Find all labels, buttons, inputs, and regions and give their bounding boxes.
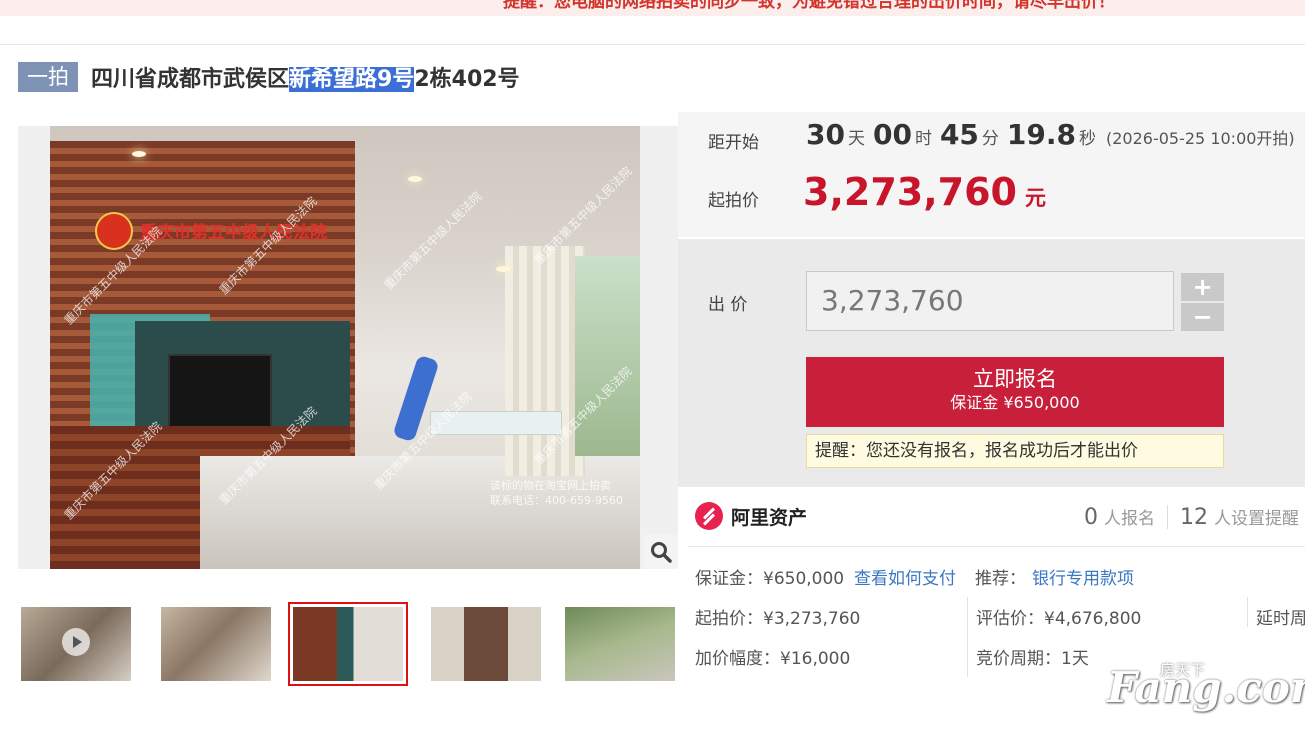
thumbnail-strip — [18, 602, 678, 686]
play-icon — [62, 628, 90, 656]
signup-button[interactable]: 立即报名 保证金 ¥650,000 — [806, 357, 1224, 427]
decrease-bid-button[interactable]: − — [1181, 303, 1224, 331]
photo-watermark: 重庆市第五中级人民法院 — [381, 189, 485, 293]
thumbnail-image — [431, 607, 541, 681]
bid-label: 出 价 — [708, 295, 748, 315]
signup-count: 0 — [1084, 505, 1098, 530]
thumbnail-street[interactable] — [562, 604, 678, 684]
thumbnail-kitchen[interactable] — [158, 604, 274, 684]
seconds-unit: 秒 — [1079, 129, 1096, 149]
platform-logo[interactable]: 阿里资产 — [695, 502, 807, 530]
zoom-button[interactable] — [644, 535, 678, 569]
signup-reminder: 提醒：您还没有报名，报名成功后才能出价 — [806, 434, 1224, 468]
days-unit: 天 — [847, 129, 865, 149]
court-emblem-icon — [95, 212, 133, 250]
photo-light — [496, 266, 510, 272]
platform-name: 阿里资产 — [731, 506, 808, 529]
photo-contact-line2: 联系电话：400-659-9560 — [490, 494, 623, 507]
thumbnail-living-room[interactable] — [288, 602, 408, 686]
photo-light — [132, 151, 146, 157]
main-photo-frame[interactable]: 重庆市第五中级人民法院 重庆市第五中级人民法院 重庆市第五中级人民法院 重庆市第… — [18, 126, 678, 569]
photo-light — [408, 176, 422, 182]
title-suffix: 2栋402号 — [414, 67, 520, 92]
cycle-info: 竞价周期：1天 — [976, 649, 1089, 669]
reminder-count-label: 人设置提醒 — [1214, 509, 1299, 529]
countdown-timer: 30 天 00 时 45 分 19.8 秒 (2026-05-25 10:00开拍) — [806, 118, 1295, 151]
appraisal-info: 评估价：¥4,676,800 — [976, 609, 1142, 629]
thumbnail-image — [565, 607, 675, 681]
participation-stats: 0 人报名 12 人设置提醒 — [1084, 504, 1299, 530]
recommend-label: 推荐： — [975, 569, 1026, 589]
signup-count-label: 人报名 — [1104, 509, 1155, 529]
title-highlight[interactable]: 新希望路9号 — [289, 67, 415, 92]
delay-info: 延时周期 — [1256, 609, 1305, 629]
thumbnail-video[interactable] — [18, 604, 134, 684]
price-unit: 元 — [1024, 186, 1046, 210]
bank-payment-link[interactable]: 银行专用款项 — [1032, 564, 1134, 589]
site-watermark-logo: Fang.com — [1107, 663, 1305, 712]
signup-label: 立即报名 — [973, 367, 1057, 391]
deposit-info: 保证金：¥650,000 — [695, 569, 845, 589]
info-divider — [688, 546, 1305, 547]
thumbnail-image — [293, 607, 403, 681]
ali-assets-icon — [695, 502, 723, 530]
countdown-days: 30 — [806, 118, 845, 151]
countdown-seconds: 19.8 — [1006, 118, 1076, 151]
title-prefix: 四川省成都市武侯区 — [91, 67, 290, 92]
photo-contact: 该标的物在淘宝网上拍卖 联系电话：400-659-9560 — [490, 478, 623, 508]
header-divider — [0, 44, 1305, 45]
countdown-label: 距开始 — [708, 133, 759, 153]
start-time: (2026-05-25 10:00开拍) — [1106, 129, 1295, 148]
countdown-minutes: 45 — [939, 118, 979, 151]
column-divider — [967, 597, 968, 677]
countdown-hours: 00 — [872, 118, 912, 151]
how-to-pay-link[interactable]: 查看如何支付 — [854, 564, 956, 589]
start-price-info: 起拍价：¥3,273,760 — [695, 609, 861, 629]
property-photo[interactable]: 重庆市第五中级人民法院 重庆市第五中级人民法院 重庆市第五中级人民法院 重庆市第… — [50, 126, 640, 569]
stats-divider — [1167, 505, 1168, 529]
increase-bid-button[interactable]: + — [1181, 273, 1224, 301]
starting-price-value: 3,273,760 — [803, 170, 1017, 214]
increment-info: 加价幅度：¥16,000 — [695, 649, 851, 669]
thumbnail-image — [161, 607, 271, 681]
bid-input[interactable]: 3,273,760 — [806, 271, 1174, 331]
hours-unit: 时 — [914, 129, 932, 149]
photo-contact-line1: 该标的物在淘宝网上拍卖 — [490, 479, 611, 492]
deposit-label: 保证金 ¥650,000 — [950, 393, 1080, 412]
photo-window — [575, 256, 640, 456]
auction-round-tag: 一拍 — [18, 62, 78, 92]
banner-text: 提醒：您电脑的网络拍卖的同步一致，为避免错过合理的出价时间，请尽早出价！ — [503, 0, 1115, 12]
reminder-count: 12 — [1180, 505, 1208, 530]
magnifier-icon — [651, 542, 672, 563]
page-title: 四川省成都市武侯区新希望路9号2栋402号 — [91, 61, 520, 93]
title-row: 一拍 四川省成都市武侯区新希望路9号2栋402号 — [18, 60, 520, 94]
top-banner: 提醒：您电脑的网络拍卖的同步一致，为避免错过合理的出价时间，请尽早出价！ — [0, 0, 1305, 16]
starting-price: 3,273,760 元 — [803, 170, 1046, 214]
thumbnail-door[interactable] — [428, 604, 544, 684]
minutes-unit: 分 — [981, 129, 999, 149]
starting-price-label: 起拍价 — [708, 191, 759, 211]
column-divider — [1247, 597, 1248, 627]
